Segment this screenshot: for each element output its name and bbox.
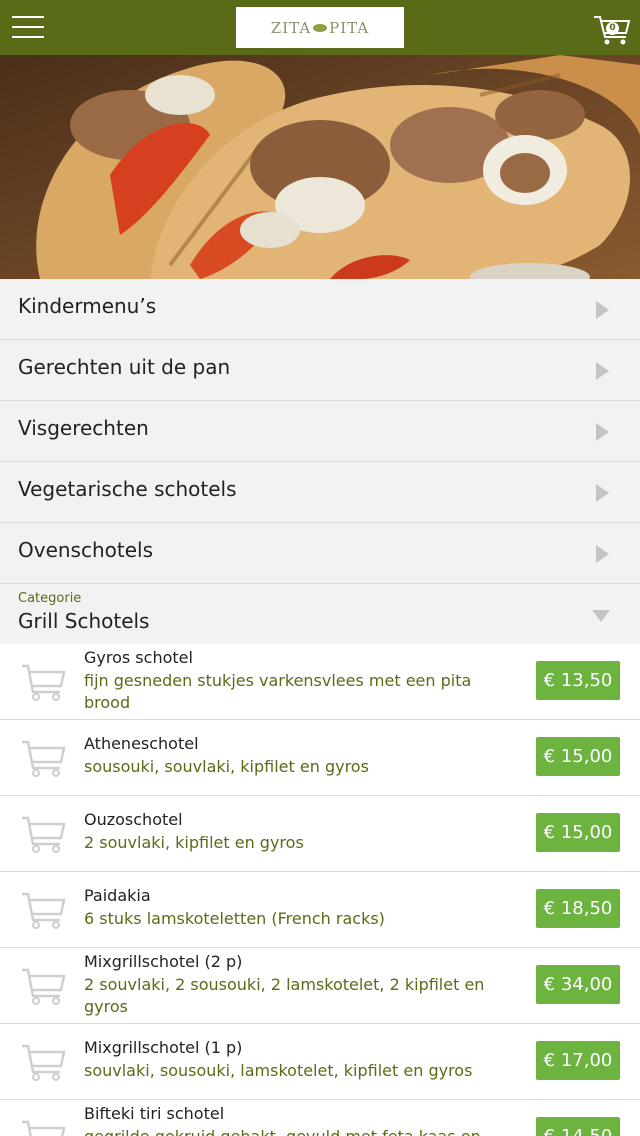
category-grill-schotels-header[interactable]: Categorie Grill Schotels: [0, 584, 640, 644]
category-label: Gerechten uit de pan: [18, 355, 231, 379]
hamburger-menu-icon[interactable]: [12, 14, 44, 40]
item-name: Atheneschotel: [84, 734, 199, 753]
add-to-cart-icon[interactable]: [20, 814, 66, 854]
menu-item-atheneschotel: Atheneschotel sousouki, souvlaki, kipfil…: [0, 720, 640, 796]
menu-item-ouzoschotel: Ouzoschotel 2 souvlaki, kipfilet en gyro…: [0, 796, 640, 872]
chevron-right-icon: [596, 362, 609, 380]
item-description: sousouki, souvlaki, kipfilet en gyros: [84, 757, 369, 776]
chevron-right-icon: [596, 545, 609, 563]
chevron-right-icon: [596, 301, 609, 319]
item-description: gegrilde gekruid gehakt, gevuld met feta…: [84, 1126, 504, 1136]
price-button[interactable]: € 15,00: [536, 813, 620, 852]
logo-text-right: PITA: [329, 18, 370, 37]
category-caption: Categorie: [18, 591, 82, 606]
price-button[interactable]: € 15,00: [536, 737, 620, 776]
shopping-cart-button[interactable]: 0: [592, 11, 632, 47]
menu-item-bifteki-tiri-schotel: Bifteki tiri schotel gegrilde gekruid ge…: [0, 1100, 640, 1136]
price-button[interactable]: € 13,50: [536, 661, 620, 700]
chevron-down-icon[interactable]: [592, 610, 610, 622]
add-to-cart-icon[interactable]: [20, 1118, 66, 1136]
category-label: Kindermenu’s: [18, 294, 157, 318]
category-ovenschotels[interactable]: Ovenschotels: [0, 523, 640, 584]
add-to-cart-icon[interactable]: [20, 890, 66, 930]
item-name: Bifteki tiri schotel: [84, 1104, 225, 1123]
item-description: 6 stuks lamskoteletten (French racks): [84, 909, 385, 928]
category-vegetarische-schotels[interactable]: Vegetarische schotels: [0, 462, 640, 523]
item-description: 2 souvlaki, 2 sousouki, 2 lamskotelet, 2…: [84, 975, 485, 1016]
cart-count-badge: 0: [606, 22, 619, 35]
category-label: Vegetarische schotels: [18, 477, 237, 501]
logo-text-left: ZITA: [270, 18, 312, 37]
add-to-cart-icon[interactable]: [20, 966, 66, 1006]
menu-item-mixgrillschotel-1p: Mixgrillschotel (1 p) souvlaki, sousouki…: [0, 1024, 640, 1100]
category-label: Visgerechten: [18, 416, 149, 440]
item-name: Gyros schotel: [84, 648, 193, 667]
app-header: ZITA PITA 0: [0, 0, 640, 55]
menu-item-gyros-schotel: Gyros schotel fijn gesneden stukjes vark…: [0, 644, 640, 720]
price-button[interactable]: € 18,50: [536, 889, 620, 928]
add-to-cart-icon[interactable]: [20, 662, 66, 702]
add-to-cart-icon[interactable]: [20, 738, 66, 778]
item-name: Mixgrillschotel (2 p): [84, 952, 243, 971]
price-button[interactable]: € 14,50: [536, 1117, 620, 1136]
olive-icon: [313, 23, 328, 32]
logo[interactable]: ZITA PITA: [236, 7, 404, 48]
item-description: souvlaki, sousouki, lamskotelet, kipfile…: [84, 1061, 473, 1080]
category-gerechten-uit-de-pan[interactable]: Gerechten uit de pan: [0, 340, 640, 401]
item-name: Paidakia: [84, 886, 151, 905]
menu-item-mixgrillschotel-2p: Mixgrillschotel (2 p) 2 souvlaki, 2 sous…: [0, 948, 640, 1024]
chevron-right-icon: [596, 484, 609, 502]
item-name: Ouzoschotel: [84, 810, 183, 829]
menu-item-paidakia: Paidakia 6 stuks lamskoteletten (French …: [0, 872, 640, 948]
add-to-cart-icon[interactable]: [20, 1042, 66, 1082]
category-visgerechten[interactable]: Visgerechten: [0, 401, 640, 462]
category-title: Grill Schotels: [18, 609, 150, 633]
chevron-right-icon: [596, 423, 609, 441]
price-button[interactable]: € 34,00: [536, 965, 620, 1004]
category-kindermenus[interactable]: Kindermenu’s: [0, 279, 640, 340]
item-name: Mixgrillschotel (1 p): [84, 1038, 243, 1057]
category-label: Ovenschotels: [18, 538, 154, 562]
item-description: fijn gesneden stukjes varkensvlees met e…: [84, 671, 472, 712]
price-button[interactable]: € 17,00: [536, 1041, 620, 1080]
item-description: 2 souvlaki, kipfilet en gyros: [84, 833, 304, 852]
hero-image: [0, 55, 640, 279]
